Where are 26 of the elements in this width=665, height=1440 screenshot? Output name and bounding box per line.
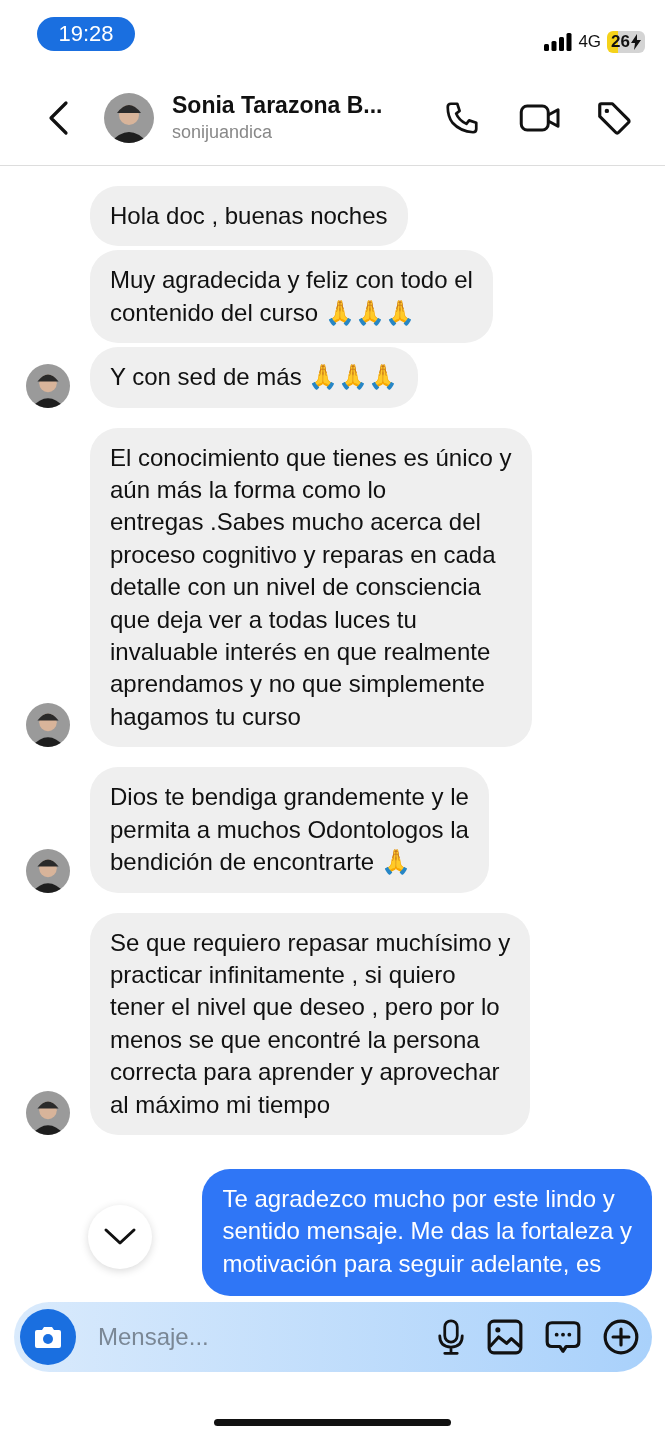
add-icon[interactable] [602,1318,640,1356]
gallery-icon[interactable] [486,1318,524,1356]
message-bubble[interactable]: Y con sed de más 🙏🙏🙏 [90,347,419,408]
chat-icon[interactable] [544,1318,582,1356]
status-time: 19:28 [37,17,135,51]
camera-icon [33,1324,63,1350]
message-bubble[interactable]: El conocimiento que tienes es único y aún más la forma como lo entregas .Sabes mucho acerca del proceso cognitivo y reparas en cada detalle con un nivel de consciencia que deja ver a todas luces tu invaluable interés en que realmente aprendamos y no que simplemente hagamos tu curso [90,427,532,748]
contact-username: sonijuandica [172,122,274,143]
camera-button[interactable] [20,1309,76,1365]
network-label: 4G [578,32,602,52]
avatar[interactable] [104,92,154,143]
message-bubble[interactable]: Dios te bendiga grandemente y le permita a muchos Odontologos la bendición de encontrarte 🙏 [90,767,489,893]
microphone-icon[interactable] [436,1318,466,1356]
contact-name[interactable]: Sonia Tarazona B... [172,92,443,119]
signal-icon [544,33,573,51]
message-bubble[interactable]: Muy agradecida y feliz con todo el contenido del curso 🙏🙏🙏 [90,250,493,344]
scroll-down-button[interactable] [88,1205,152,1269]
avatar[interactable] [26,363,70,408]
message-bubble[interactable]: Se que requiero repasar muchísimo y practicar infinitamente , si quiero tener el nivel que deseo , pero por lo menos se que encontré la persona correcta para aprender y aprovechar al máximo mi tiempo [90,912,531,1135]
avatar[interactable] [26,703,70,748]
avatar[interactable] [26,1090,70,1135]
avatar[interactable] [26,848,70,893]
message-input[interactable]: Mensaje... [96,1322,416,1352]
message-bubble[interactable]: Hola doc , buenas noches [90,186,408,247]
message-bubble[interactable]: Te agradezco mucho por este lindo y sentido mensaje. Me das la fortaleza y motivación para seguir adelante, es [202,1168,652,1297]
chevron-down-icon [103,1227,137,1247]
